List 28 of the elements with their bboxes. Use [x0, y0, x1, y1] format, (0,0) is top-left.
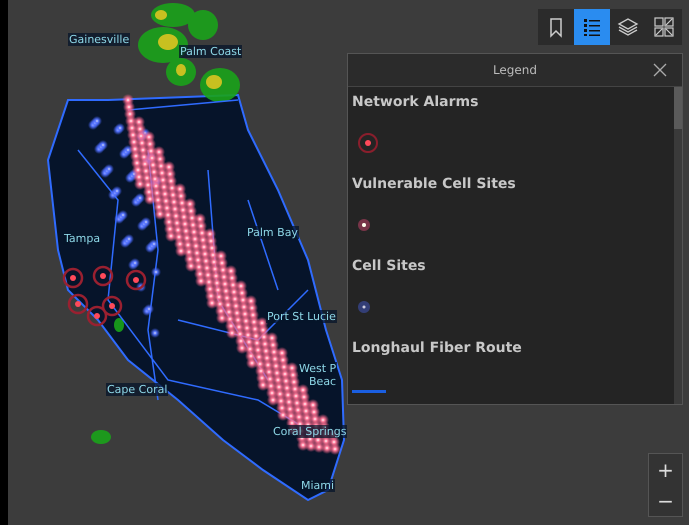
- city-label: West P: [298, 362, 338, 375]
- city-label: Tampa: [63, 232, 102, 245]
- city-label: Beac: [308, 375, 338, 388]
- dot-icon: [357, 300, 371, 314]
- legend-heading: Vulnerable Cell Sites: [352, 175, 517, 194]
- zoom-out-button[interactable]: −: [649, 485, 682, 516]
- city-label: Coral Springs: [272, 425, 348, 438]
- legend-heading: Longhaul Fiber Route: [352, 339, 523, 358]
- scrollbar[interactable]: [674, 87, 682, 404]
- legend-heading: Cell Sites: [352, 257, 427, 276]
- toolbar-button[interactable]: [574, 9, 610, 45]
- zoom-in-button[interactable]: +: [649, 454, 682, 485]
- close-button[interactable]: [652, 62, 668, 78]
- city-label: Palm Coast: [179, 45, 242, 58]
- city-label: Cape Coral: [106, 383, 168, 396]
- legend-heading: Network Alarms: [352, 93, 480, 112]
- dot-icon: [357, 218, 371, 232]
- list-icon: [581, 16, 603, 38]
- alarm-symbol-icon: [357, 132, 379, 154]
- city-label: Port St Lucie: [266, 310, 337, 323]
- city-label: Palm Bay: [246, 226, 299, 239]
- city-label: Miami: [300, 479, 336, 492]
- city-label: Gainesville: [68, 33, 130, 46]
- line-symbol-icon: [352, 390, 386, 393]
- layers-icon: [617, 16, 639, 38]
- close-icon: [653, 63, 667, 77]
- legend-title: Legend: [492, 63, 538, 77]
- grid-icon: [653, 16, 675, 38]
